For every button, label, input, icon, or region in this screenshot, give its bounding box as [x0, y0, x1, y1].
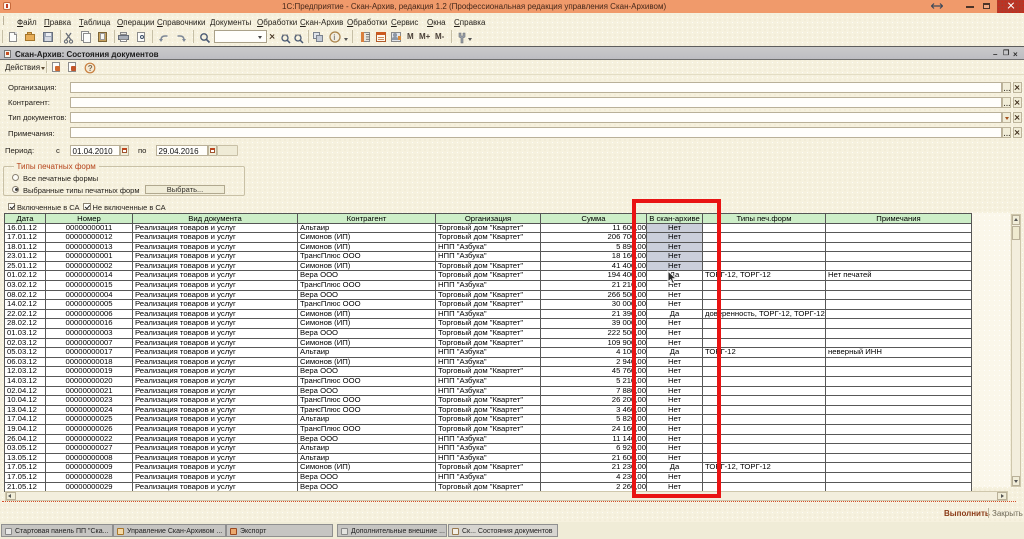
svg-text:i: i [333, 33, 335, 42]
svg-text:?: ? [88, 64, 93, 73]
